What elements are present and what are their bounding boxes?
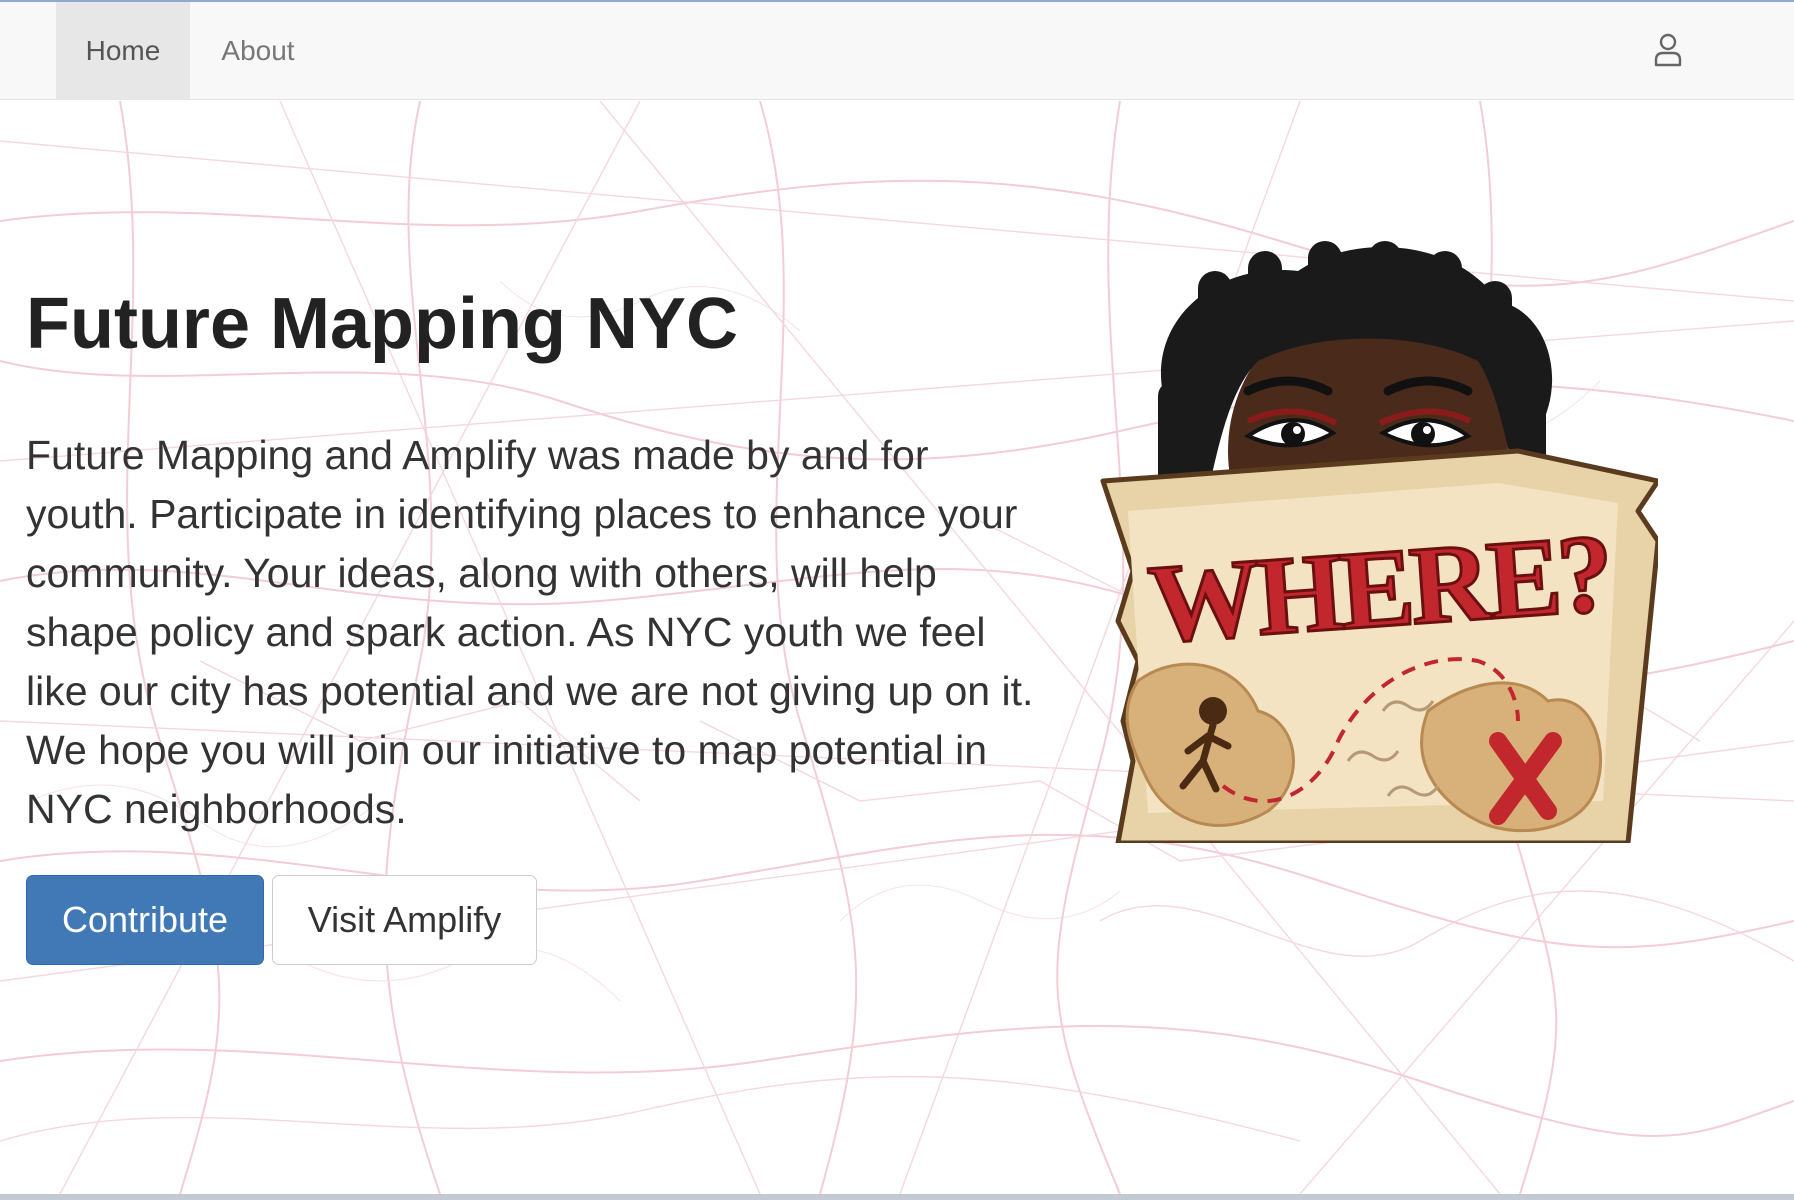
contribute-button[interactable]: Contribute bbox=[26, 875, 264, 965]
window-bottom-border bbox=[0, 1194, 1794, 1200]
nav-about-link[interactable]: About bbox=[190, 2, 326, 100]
top-navbar: Home About bbox=[0, 2, 1794, 100]
hero-section: Future Mapping NYC Future Mapping and Am… bbox=[0, 101, 1794, 1194]
intro-paragraph: Future Mapping and Amplify was made by a… bbox=[26, 432, 1034, 832]
user-account-button[interactable] bbox=[1640, 24, 1696, 76]
nav-home-link[interactable]: Home bbox=[56, 2, 190, 100]
user-icon bbox=[1654, 33, 1682, 67]
where-map-illustration: WHERE? bbox=[1100, 241, 1658, 843]
page-title: Future Mapping NYC bbox=[26, 284, 738, 364]
visit-amplify-button[interactable]: Visit Amplify bbox=[272, 875, 537, 965]
